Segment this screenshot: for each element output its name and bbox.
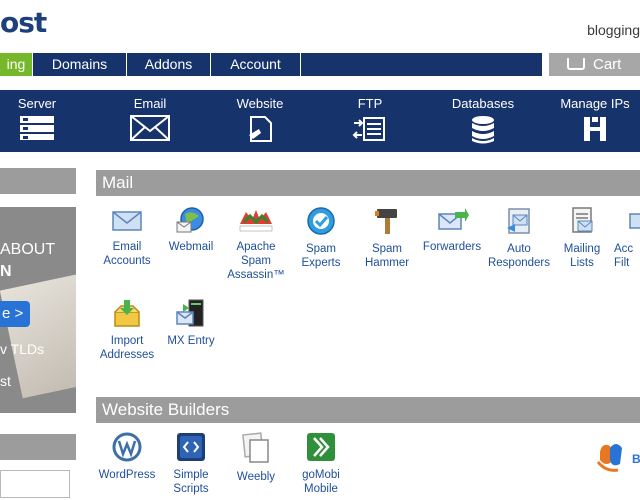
database-icon (472, 116, 494, 144)
top-nav: ing Domains Addons Account (0, 53, 542, 76)
envelope-icon (130, 115, 170, 141)
app-spam-experts[interactable]: Spam Experts (288, 206, 354, 270)
app-gomobi[interactable]: goMobi Mobile (288, 432, 354, 496)
app-label: goMobi Mobile (302, 469, 340, 495)
toolbar-ftp[interactable]: FTP (320, 96, 420, 143)
app-label: Webmail (168, 241, 214, 253)
app-label: Forwarders (422, 241, 482, 253)
cart-button[interactable]: Cart (549, 53, 640, 76)
toolbar-manage-ips[interactable]: Manage IPs (545, 96, 640, 143)
spamassassin-icon (239, 210, 273, 232)
app-label: Weebly (236, 471, 276, 483)
left-search-input[interactable] (0, 470, 70, 498)
server-icon (20, 116, 54, 140)
app-label: Acc Filt (614, 243, 634, 269)
promo-line-3: v TLDs (0, 341, 45, 357)
forwarders-icon (438, 208, 469, 230)
site-logo[interactable]: ost (0, 6, 47, 39)
webmail-icon (176, 207, 204, 233)
book-image (0, 265, 76, 399)
partner-logo[interactable]: B (596, 438, 640, 476)
toolbar-website-label: Website (236, 96, 284, 111)
app-label: Apache Spam Assassin™ (227, 241, 285, 281)
mailing-lists-icon (572, 207, 593, 233)
tab-domains[interactable]: Domains (33, 53, 127, 76)
app-forwarders[interactable]: Forwarders (419, 206, 485, 254)
spam-hammer-icon (375, 209, 397, 234)
left-panel-header (0, 168, 76, 194)
app-email-accounts[interactable]: Email Accounts (94, 206, 160, 268)
website-builders-section-header: Website Builders (96, 397, 640, 423)
email-accounts-icon (112, 211, 142, 231)
spam-experts-icon (307, 207, 335, 235)
app-mailing-lists[interactable]: Mailing Lists (549, 206, 615, 270)
app-auto-responders[interactable]: Auto Responders (486, 206, 552, 270)
app-import-addresses[interactable]: Import Addresses (94, 298, 160, 362)
app-simple-scripts[interactable]: Simple Scripts (158, 432, 224, 496)
mail-section-header: Mail (96, 170, 640, 196)
app-label: Auto Responders (487, 243, 550, 269)
promo-line-1: ABOUT (0, 241, 56, 258)
promo-banner[interactable]: ABOUT N e > v TLDs st (0, 207, 76, 413)
app-spam-hammer[interactable]: Spam Hammer (354, 206, 420, 270)
app-label: MX Entry (167, 335, 215, 347)
promo-button[interactable]: e > (0, 301, 30, 327)
tab-hosting[interactable]: ing (0, 53, 33, 76)
toolbar-databases[interactable]: Databases (433, 96, 533, 145)
toolbar-email-label: Email (133, 96, 167, 111)
account-filters-icon (629, 213, 640, 229)
app-webmail[interactable]: Webmail (158, 206, 224, 254)
cart-icon (567, 58, 585, 70)
app-spamassassin[interactable]: Apache Spam Assassin™ (223, 206, 289, 282)
app-label: Email Accounts (103, 241, 151, 267)
weebly-icon (242, 432, 269, 463)
toolbar-server-label: Server (17, 96, 57, 111)
app-label: Mailing Lists (563, 243, 601, 269)
app-label: WordPress (98, 469, 156, 481)
toolbar-website[interactable]: Website (210, 96, 310, 143)
gomobi-icon (307, 433, 335, 461)
promo-line-4: st (0, 373, 11, 389)
account-domain: blogging (587, 22, 640, 38)
cart-label: Cart (593, 56, 622, 73)
tab-addons[interactable]: Addons (127, 53, 211, 76)
import-addresses-icon (114, 300, 140, 327)
toolbar-server[interactable]: Server (0, 96, 87, 141)
app-label: Import Addresses (99, 335, 155, 361)
simple-scripts-icon (177, 433, 205, 461)
toolbar-email[interactable]: Email (100, 96, 200, 141)
app-label: Spam Hammer (364, 243, 410, 269)
toolbar-databases-label: Databases (451, 96, 515, 111)
ftp-icon (352, 117, 385, 141)
promo-line-2: N (0, 263, 12, 280)
network-icon (584, 117, 606, 141)
auto-responders-icon (507, 208, 530, 234)
partner-logo-text: B (632, 452, 640, 466)
feature-toolbar: Server Email Website FTP Databases Manag… (0, 90, 640, 152)
toolbar-manage-ips-label: Manage IPs (560, 96, 630, 111)
wordpress-icon (112, 432, 142, 462)
left-panel-header-2 (0, 434, 76, 460)
app-account-filters[interactable]: Acc Filt (614, 206, 640, 270)
tab-account[interactable]: Account (211, 53, 301, 76)
app-label: Simple Scripts (173, 469, 209, 495)
app-label: Spam Experts (301, 243, 341, 269)
website-icon (249, 116, 272, 142)
app-wordpress[interactable]: WordPress (94, 432, 160, 482)
toolbar-ftp-label: FTP (357, 96, 383, 111)
mx-entry-icon (176, 299, 204, 327)
app-mx-entry[interactable]: MX Entry (158, 298, 224, 348)
app-weebly[interactable]: Weebly (223, 432, 289, 484)
